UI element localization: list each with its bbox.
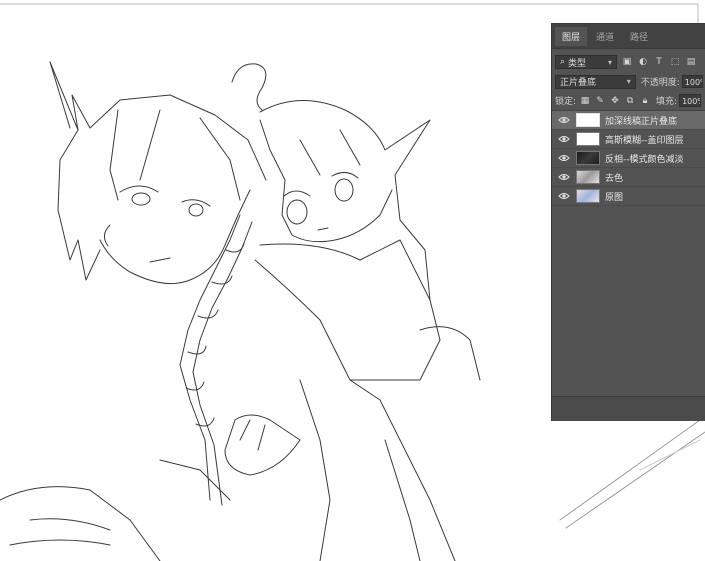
eye-icon[interactable] [558,115,570,125]
tab-paths[interactable]: 路径 [623,27,655,46]
eye-icon[interactable] [558,153,570,163]
lock-transparent-icon[interactable]: ▦ [579,95,591,107]
lock-artboard-icon[interactable]: ⧉ [624,95,636,107]
fill-input[interactable]: 100% [679,94,702,107]
adjustment-filter-icon[interactable]: ◐ [637,56,649,68]
layer-thumbnail [576,132,600,146]
lock-all-icon[interactable]: 🔒︎ [639,95,651,107]
panel-tabs: 图层 通道 路径 [552,24,705,49]
shape-filter-icon[interactable]: ⬚ [669,56,681,68]
lock-position-icon[interactable]: ✥ [609,95,621,107]
search-icon: ⌕ [560,57,566,67]
panel-footer [552,396,705,421]
layer-filter-row: ⌕ 类型 ▾ ▣ ◐ T ⬚ ▤ [552,52,705,72]
eye-icon[interactable] [558,191,570,201]
layer-thumbnail [576,189,600,203]
blend-row: 正片叠底 ▾ 不透明度: 100% [552,72,705,91]
layer-name: 去色 [605,173,624,184]
blend-mode-label: 正片叠底 [560,78,597,88]
fill-label: 填充: [656,97,678,107]
layer-name: 高斯模糊--盖印图层 [605,135,684,146]
layer-name: 反相--模式颜色减淡 [605,154,684,165]
lock-label: 锁定: [555,97,577,107]
opacity-label: 不透明度: [640,78,680,88]
layer-row[interactable]: 去色 [552,168,705,187]
layer-row[interactable]: 加深线稿正片叠底 [552,111,705,130]
smart-object-filter-icon[interactable]: ▤ [685,56,697,68]
lock-paint-icon[interactable]: ✎ [594,95,606,107]
tab-layers[interactable]: 图层 [555,26,588,46]
filter-kind-label: 类型 [568,58,587,69]
image-filter-icon[interactable]: ▣ [621,56,633,68]
chevron-down-icon: ▾ [607,57,612,67]
opacity-input[interactable]: 100% [681,75,703,88]
layer-list: 加深线稿正片叠底 高斯模糊--盖印图层 反相--模式颜色减淡 去色 原图 [552,111,705,206]
layer-name: 原图 [605,192,624,203]
blend-mode-dropdown[interactable]: 正片叠底 ▾ [555,74,636,89]
layer-row[interactable]: 高斯模糊--盖印图层 [552,130,705,149]
chevron-down-icon: ▾ [626,77,631,86]
layer-row[interactable]: 反相--模式颜色减淡 [552,149,705,168]
filter-kind-dropdown[interactable]: ⌕ 类型 ▾ [555,55,617,69]
layers-panel: 图层 通道 路径 ⌕ 类型 ▾ ▣ ◐ T ⬚ ▤ 正片叠底 ▾ 不透明度: 1… [551,23,705,421]
text-filter-icon[interactable]: T [653,56,665,68]
lock-row: 锁定: ▦ ✎ ✥ ⧉ 🔒︎ 填充: 100% [552,91,705,111]
layer-name: 加深线稿正片叠底 [605,116,678,127]
layer-thumbnail [576,170,600,184]
eye-icon[interactable] [558,134,570,144]
layer-thumbnail [576,151,600,165]
layer-row[interactable]: 原图 [552,187,705,206]
tab-channels[interactable]: 通道 [589,27,621,46]
layer-thumbnail [576,113,600,127]
eye-icon[interactable] [558,172,570,182]
